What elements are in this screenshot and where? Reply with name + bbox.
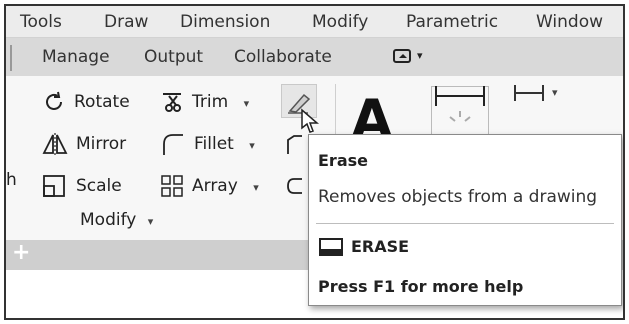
tab-collaborate[interactable]: Collaborate	[234, 47, 332, 67]
array-icon	[161, 175, 183, 197]
menu-draw[interactable]: Draw	[104, 12, 148, 32]
tooltip-command: ERASE	[351, 237, 410, 256]
trim-icon	[163, 93, 181, 112]
tooltip-title: Erase	[318, 151, 368, 170]
panel-toggle-icon[interactable]	[393, 49, 411, 63]
linear-dimension-icon[interactable]	[514, 85, 544, 101]
menu-dimension[interactable]: Dimension	[180, 12, 270, 32]
tooltip-help: Press F1 for more help	[318, 277, 524, 296]
tab-separator	[6, 45, 12, 71]
mirror-button[interactable]: Mirror	[76, 134, 126, 154]
modify-panel-title[interactable]: Modify ▾	[80, 210, 153, 230]
rotate-button[interactable]: Rotate	[74, 92, 130, 112]
menu-modify[interactable]: Modify	[312, 12, 368, 32]
chevron-down-icon[interactable]: ▾	[552, 86, 558, 99]
scale-button[interactable]: Scale	[76, 176, 122, 196]
chevron-down-icon[interactable]: ▾	[253, 181, 259, 194]
clipped-label-right: P	[624, 176, 625, 196]
chevron-down-icon[interactable]: ▾	[249, 139, 255, 152]
clipped-label: h	[6, 170, 17, 190]
mouse-cursor-icon	[301, 108, 320, 133]
tooltip-divider	[316, 223, 614, 224]
tab-output[interactable]: Output	[144, 47, 203, 67]
menu-tools[interactable]: Tools	[20, 12, 62, 32]
fillet-button[interactable]: Fillet ▾	[194, 134, 255, 154]
add-tab-icon[interactable]: +	[12, 240, 30, 265]
fillet-icon	[163, 134, 183, 155]
chamfer-icon	[287, 135, 302, 154]
tab-manage[interactable]: Manage	[42, 47, 110, 67]
command-line-icon	[319, 238, 343, 256]
mirror-icon	[42, 133, 68, 155]
dimension-icon	[435, 86, 485, 106]
chevron-down-icon[interactable]: ▾	[148, 215, 154, 228]
array-label: Array	[192, 176, 238, 196]
menu-window[interactable]: Window	[536, 12, 603, 32]
chevron-down-icon[interactable]: ▾	[244, 97, 250, 110]
chevron-down-icon[interactable]: ▾	[417, 49, 423, 62]
tooltip-description: Removes objects from a drawing	[318, 187, 598, 207]
menu-bar: Tools Draw Dimension Modify Parametric W…	[6, 6, 623, 38]
array-button[interactable]: Array ▾	[192, 176, 259, 196]
trim-label: Trim	[192, 92, 229, 112]
rotate-icon	[46, 91, 62, 110]
menu-parametric[interactable]: Parametric	[406, 12, 498, 32]
trim-button[interactable]: Trim ▾	[192, 92, 249, 112]
scale-icon	[43, 175, 65, 197]
modify-panel-label: Modify	[80, 210, 137, 230]
erase-tooltip: Erase Removes objects from a drawing ERA…	[308, 134, 622, 306]
fillet-label: Fillet	[194, 134, 234, 154]
autocad-window: Tools Draw Dimension Modify Parametric W…	[4, 4, 625, 320]
ribbon-tab-bar: Manage Output Collaborate ▾	[6, 38, 623, 76]
offset-icon	[287, 178, 302, 194]
dimension-spark-icon	[449, 111, 471, 122]
